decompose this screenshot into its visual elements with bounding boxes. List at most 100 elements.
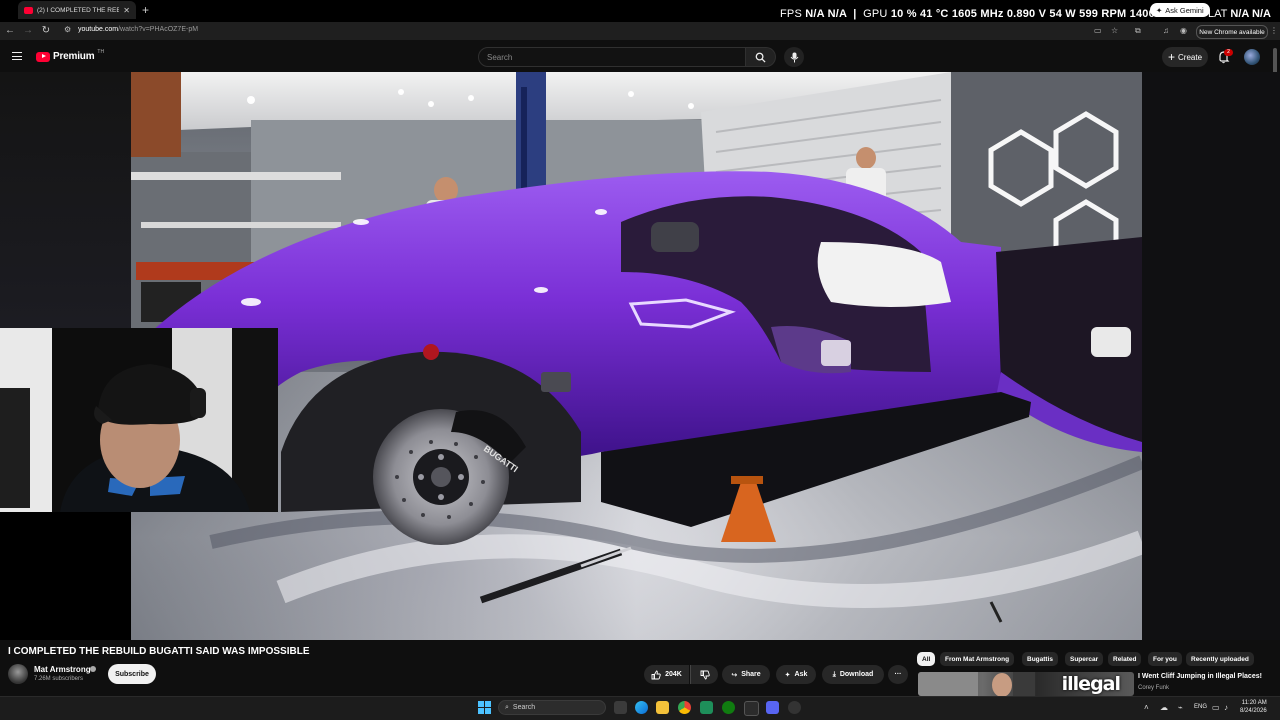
search-icon: ⌕ [505,703,509,711]
forward-icon[interactable]: → [22,24,34,38]
chip-supercar[interactable]: Supercar [1065,652,1104,666]
url-text: youtube.com/watch?v=PHAcOZ7E-pM [78,26,199,33]
app-icon-green[interactable] [700,701,713,714]
reload-icon[interactable]: ↻ [40,24,52,38]
volume-icon[interactable]: ♪ [1224,703,1228,712]
video-content-image: BUGATTI [131,72,1142,640]
subscribe-button[interactable]: Subscribe [108,664,156,684]
clock-date: 8/24/2026 [1240,708,1267,714]
youtube-play-icon [36,51,50,62]
chip-all[interactable]: All [917,652,936,666]
logo-country-code: TH [97,48,105,55]
guide-menu-icon[interactable] [12,52,22,60]
latency-overlay: LAT N/A N/A [1208,8,1271,20]
ask-gemini-label: Ask Gemini [1165,5,1204,15]
thumbs-down-icon [700,670,710,679]
like-button[interactable]: 204K [644,665,689,684]
browser-tab[interactable]: (2) I COMPLETED THE REBUILD ✕ [18,1,136,19]
close-tab-icon[interactable]: ✕ [123,6,130,15]
search-icon [755,52,766,63]
discord-icon[interactable] [766,701,779,714]
chip-bugattis[interactable]: Bugattis [1022,652,1058,666]
recommended-channel-name[interactable]: Corey Funk [1138,685,1169,691]
youtube-premium-logo[interactable]: Premium TH [36,48,105,62]
recommended-video-thumbnail[interactable]: illegal [918,672,1134,696]
streamer-webcam-overlay [0,328,278,512]
xbox-icon[interactable] [722,701,735,714]
edge-browser-icon[interactable] [635,701,648,714]
task-view-icon[interactable] [614,701,627,714]
search-input[interactable] [479,48,745,66]
verified-badge-icon [90,666,96,672]
cast-icon[interactable]: ▭ [1094,26,1102,35]
like-count: 204K [665,671,682,678]
sparkle-icon: ✦ [784,671,791,679]
file-explorer-icon[interactable] [656,701,669,714]
sparkle-icon: ✦ [1156,5,1163,15]
address-bar[interactable]: ⚙ youtube.com/watch?v=PHAcOZ7E-pM [58,24,1108,38]
search-button[interactable] [746,47,776,67]
video-frame[interactable]: BUGATTI [131,72,1142,640]
taskbar-search-placeholder: Search [512,704,536,711]
download-button[interactable]: ⤓ Download [822,665,884,684]
media-control-icon[interactable]: ♫ [1163,26,1169,35]
chip-recently-uploaded[interactable]: Recently uploaded [1186,652,1254,666]
download-label: Download [839,671,874,678]
ask-label: Ask [794,671,808,678]
onedrive-icon[interactable]: ☁ [1160,703,1168,712]
terminal-icon[interactable] [744,701,759,716]
channel-name-link[interactable]: Mat Armstrong [34,665,91,674]
chrome-icon[interactable] [678,701,691,714]
more-actions-button[interactable]: ··· [888,665,908,684]
input-language[interactable]: ENG [1194,704,1207,710]
recommended-video-title[interactable]: I Went Cliff Jumping in Illegal Places! [1138,673,1262,680]
chip-related[interactable]: Related [1108,652,1142,666]
subscriber-count: 7.26M subscribers [34,676,84,682]
new-chrome-available-button[interactable]: New Chrome available [1196,25,1268,39]
lat-value: N/A N/A [1230,8,1271,20]
clock-time: 11:20 AM [1241,700,1267,706]
chip-from-channel[interactable]: From Mat Armstrong [940,652,1015,666]
ask-gemini-button[interactable]: ✦ Ask Gemini [1150,3,1210,17]
show-hidden-icons-icon[interactable]: ˄ [1144,703,1149,712]
microphone-icon [790,52,798,62]
gpu-label: GPU [863,8,888,20]
fps-value: N/A N/A [805,8,847,20]
performance-overlay: FPS N/A N/A | GPU 10 % 41 °C 1605 MHz 0.… [780,8,1188,20]
gpu-values: 10 % 41 °C 1605 MHz 0.890 V 54 W 599 RPM… [890,8,1188,20]
new-tab-icon[interactable]: + [142,3,149,17]
taskbar-search-box[interactable]: ⌕ Search [498,700,606,715]
video-title: I COMPLETED THE REBUILD BUGATTI SAID WAS… [8,646,310,657]
download-icon: ⤓ [832,670,836,678]
share-label: Share [741,671,761,678]
voice-search-button[interactable] [784,47,804,67]
site-info-icon[interactable]: ⚙ [64,25,71,34]
usb-icon[interactable]: ⌁ [1178,703,1183,712]
windows-start-icon[interactable] [478,701,491,714]
network-icon[interactable]: ▭ [1212,703,1220,712]
ambient-mode-edge-right [1142,72,1280,640]
extensions-icon[interactable]: ⧉ [1135,26,1141,36]
dislike-button[interactable] [690,665,718,684]
search-field[interactable] [478,47,746,67]
create-label: Create [1178,52,1203,62]
chip-for-you[interactable]: For you [1148,652,1182,666]
share-button[interactable]: ↪ Share [722,665,770,684]
more-horizontal-icon: ··· [894,671,902,678]
clock[interactable]: 11:20 AM 8/24/2026 [1240,699,1267,715]
notification-count-badge: 2 [1224,49,1233,56]
plus-icon: + [1167,50,1175,64]
chrome-menu-icon[interactable]: ⋮ [1270,26,1278,35]
channel-avatar[interactable] [8,664,28,684]
profile-sync-icon[interactable]: ◉ [1180,26,1187,35]
app-icon-gray[interactable] [788,701,801,714]
account-avatar[interactable] [1244,49,1260,65]
share-arrow-icon: ↪ [731,671,738,679]
bookmark-star-icon[interactable]: ☆ [1111,26,1118,35]
webcam-image [0,328,278,512]
create-button[interactable]: + Create [1162,47,1208,67]
ask-button[interactable]: ✦ Ask [776,665,816,684]
fps-label: FPS [780,8,802,20]
youtube-favicon-icon [24,6,33,14]
back-icon[interactable]: ← [4,24,16,38]
